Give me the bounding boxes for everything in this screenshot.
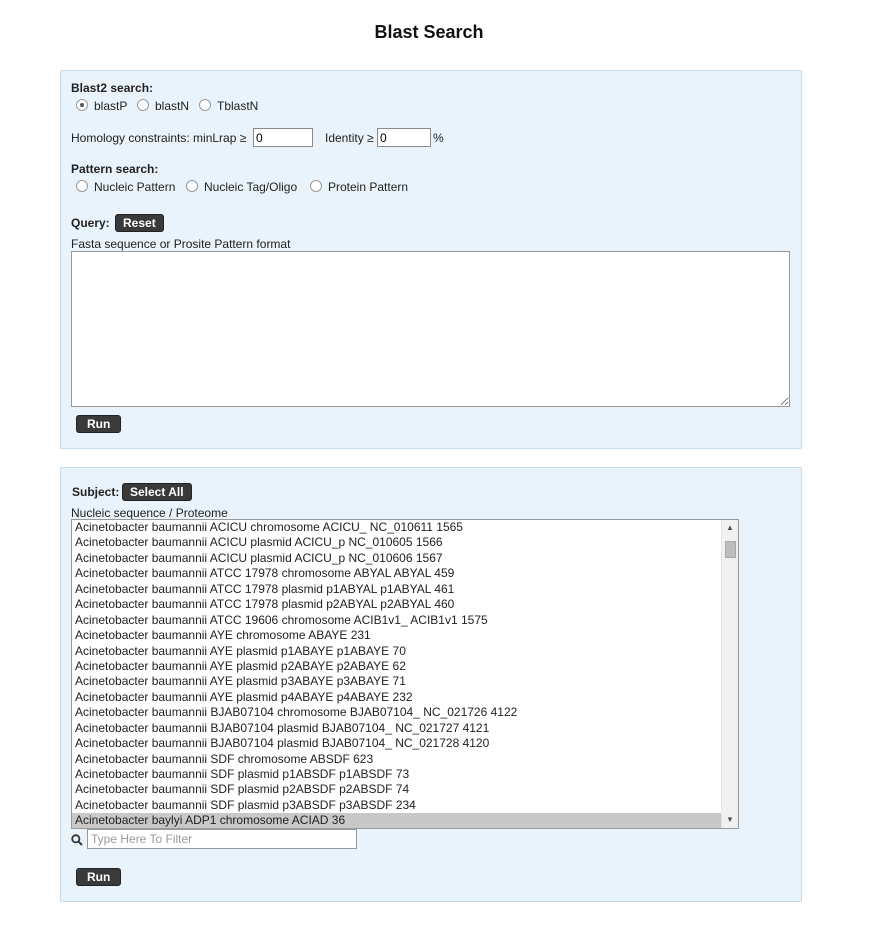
- nucleic-pattern-radio[interactable]: Nucleic Pattern: [76, 180, 175, 194]
- nucleic-tag-oligo-radio-button[interactable]: [186, 180, 198, 192]
- page-title: Blast Search: [374, 22, 484, 42]
- blastp-label: blastP: [94, 99, 128, 113]
- subject-list-items: Acinetobacter baumannii ACICU chromosome…: [72, 520, 722, 828]
- tblastn-radio-button[interactable]: [199, 99, 211, 111]
- tblastn-label: TblastN: [217, 99, 259, 113]
- list-item[interactable]: Acinetobacter baumannii SDF plasmid p3AB…: [72, 798, 722, 813]
- list-item[interactable]: Acinetobacter baumannii AYE plasmid p4AB…: [72, 690, 722, 705]
- nucleic-tag-oligo-label: Nucleic Tag/Oligo: [204, 180, 298, 194]
- query-label: Query:: [71, 216, 110, 230]
- blast-query-panel: Blast2 search: blastP blastN TblastN Hom…: [60, 70, 802, 449]
- percent-sign: %: [433, 131, 444, 145]
- list-item[interactable]: Acinetobacter baumannii ACICU chromosome…: [72, 520, 722, 535]
- list-item[interactable]: Acinetobacter baumannii BJAB07104 plasmi…: [72, 736, 722, 751]
- identity-label: Identity ≥: [325, 131, 374, 145]
- list-item[interactable]: Acinetobacter baumannii SDF plasmid p1AB…: [72, 767, 722, 782]
- list-item[interactable]: Acinetobacter baumannii AYE chromosome A…: [72, 628, 722, 643]
- listbox-scrollbar[interactable]: ▲ ▼: [721, 520, 738, 828]
- list-item[interactable]: Acinetobacter baumannii AYE plasmid p3AB…: [72, 674, 722, 689]
- nucleic-pattern-label: Nucleic Pattern: [94, 180, 176, 194]
- pattern-search-label: Pattern search:: [71, 162, 159, 176]
- scroll-up-arrow-icon[interactable]: ▲: [722, 521, 738, 535]
- reset-button[interactable]: Reset: [115, 214, 164, 232]
- nucleic-pattern-radio-button[interactable]: [76, 180, 88, 192]
- list-item[interactable]: Acinetobacter baumannii BJAB07104 plasmi…: [72, 721, 722, 736]
- query-textarea[interactable]: [71, 251, 790, 407]
- query-hint: Fasta sequence or Prosite Pattern format: [71, 237, 291, 251]
- list-item[interactable]: Acinetobacter baumannii ACICU plasmid AC…: [72, 551, 722, 566]
- list-item[interactable]: Acinetobacter baumannii SDF chromosome A…: [72, 752, 722, 767]
- list-item[interactable]: Acinetobacter baumannii ATCC 17978 plasm…: [72, 582, 722, 597]
- scrollbar-thumb[interactable]: [725, 541, 736, 558]
- protein-pattern-radio[interactable]: Protein Pattern: [310, 180, 408, 194]
- subject-panel: Subject: Select All Nucleic sequence / P…: [60, 467, 802, 902]
- list-item[interactable]: Acinetobacter baumannii ATCC 17978 plasm…: [72, 597, 722, 612]
- subject-listbox[interactable]: Acinetobacter baumannii ACICU chromosome…: [71, 519, 739, 829]
- list-item[interactable]: Acinetobacter baylyi ADP1 chromosome ACI…: [72, 813, 722, 828]
- run-subject-button[interactable]: Run: [76, 868, 122, 886]
- subject-label: Subject:: [72, 485, 120, 499]
- list-item[interactable]: Acinetobacter baumannii BJAB07104 chromo…: [72, 705, 722, 720]
- protein-pattern-label: Protein Pattern: [328, 180, 409, 194]
- blastp-radio-button[interactable]: [76, 99, 88, 111]
- blast2-search-label: Blast2 search:: [71, 81, 154, 95]
- list-item[interactable]: Acinetobacter baumannii ATCC 17978 chrom…: [72, 566, 722, 581]
- list-item[interactable]: Acinetobacter baumannii ACICU plasmid AC…: [72, 535, 722, 550]
- list-item[interactable]: Acinetobacter baumannii AYE plasmid p2AB…: [72, 659, 722, 674]
- list-item[interactable]: Acinetobacter baumannii ATCC 19606 chrom…: [72, 613, 722, 628]
- blastp-radio[interactable]: blastP: [76, 99, 127, 113]
- minlrap-input[interactable]: [253, 128, 313, 147]
- nucleic-tag-oligo-radio[interactable]: Nucleic Tag/Oligo: [186, 180, 297, 194]
- subject-hint: Nucleic sequence / Proteome: [71, 506, 228, 520]
- run-query-button[interactable]: Run: [76, 415, 122, 433]
- list-item[interactable]: Acinetobacter baumannii AYE plasmid p1AB…: [72, 644, 722, 659]
- scroll-down-arrow-icon[interactable]: ▼: [722, 813, 738, 827]
- protein-pattern-radio-button[interactable]: [310, 180, 322, 192]
- identity-input[interactable]: [377, 128, 431, 147]
- list-item[interactable]: Acinetobacter baumannii SDF plasmid p2AB…: [72, 782, 722, 797]
- filter-input[interactable]: [87, 829, 357, 849]
- tblastn-radio[interactable]: TblastN: [199, 99, 258, 113]
- select-all-button[interactable]: Select All: [122, 483, 192, 501]
- homology-constraints-label: Homology constraints: minLrap ≥: [71, 131, 247, 145]
- blastn-radio-button[interactable]: [137, 99, 149, 111]
- blastn-radio[interactable]: blastN: [137, 99, 189, 113]
- blastn-label: blastN: [155, 99, 190, 113]
- search-icon: [71, 834, 83, 846]
